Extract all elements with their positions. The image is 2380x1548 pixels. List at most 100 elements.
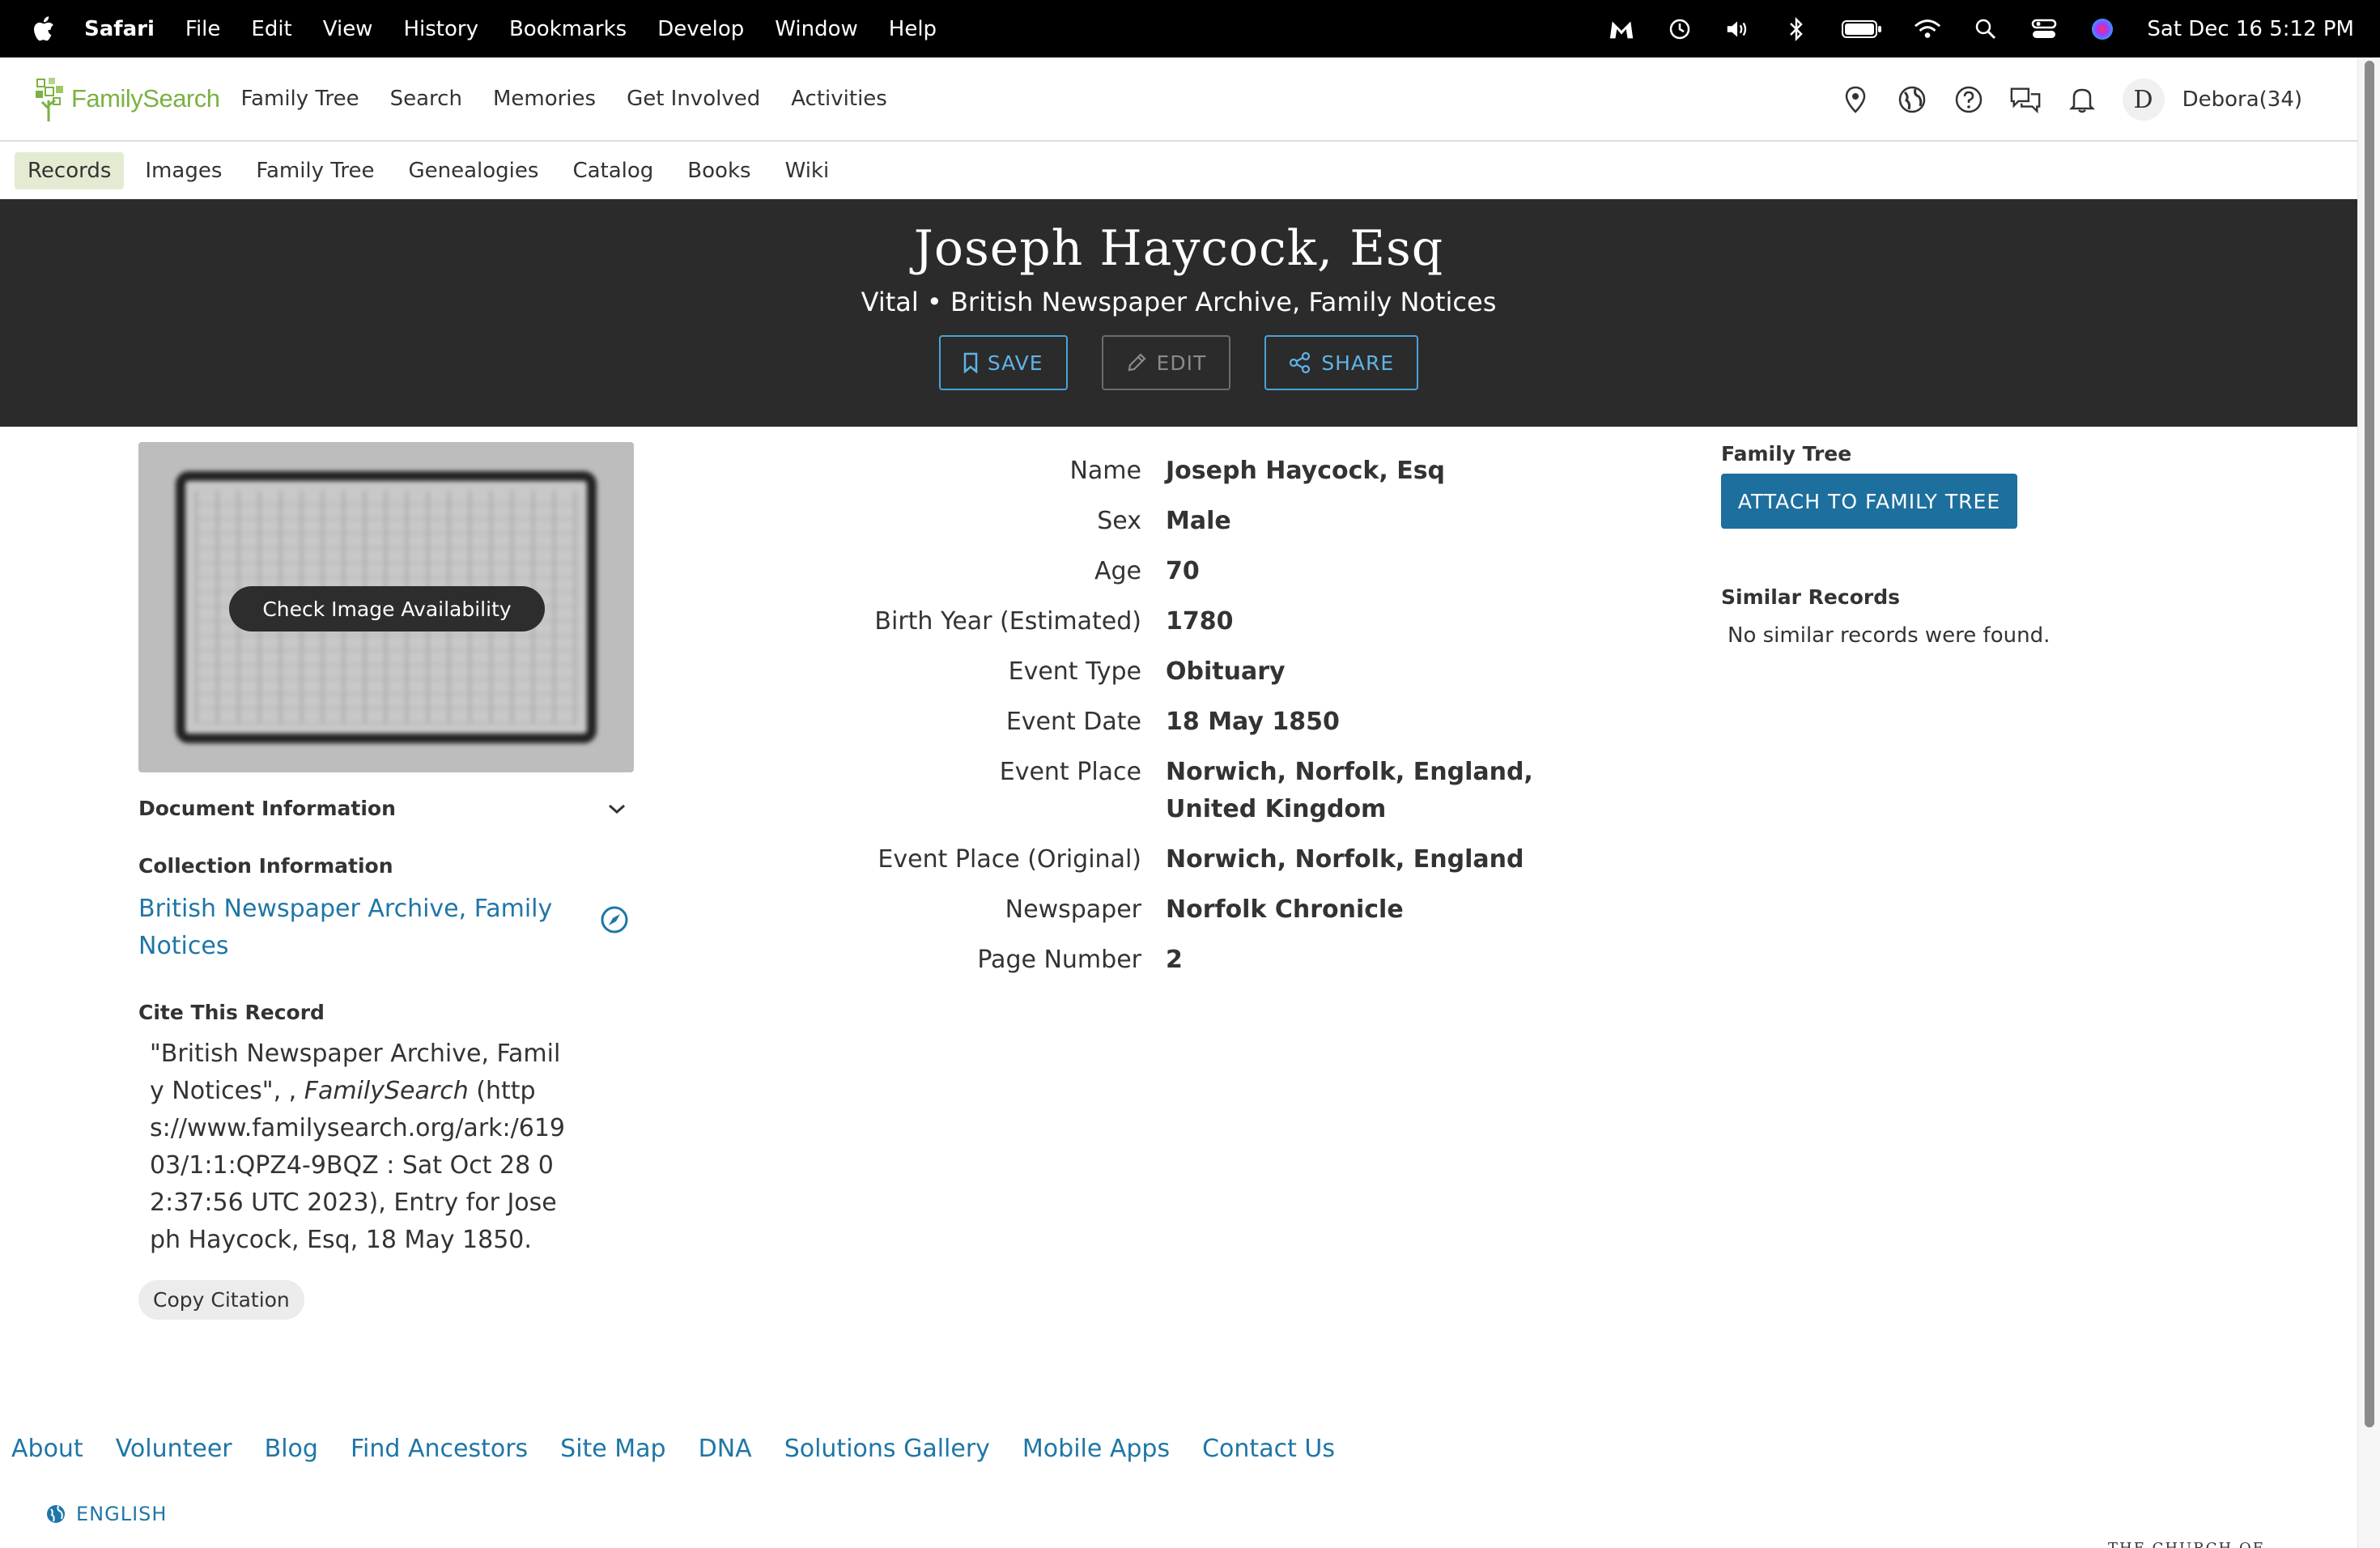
familysearch-logo[interactable]: FamilySearch: [34, 76, 220, 121]
detail-label: Age: [1094, 557, 1141, 585]
detail-value: Norwich, Norfolk, England, United Kingdo…: [1166, 758, 1533, 823]
record-banner: Joseph Haycock, Esq Vital • British News…: [0, 199, 2357, 427]
detail-value: 2: [1166, 946, 1183, 974]
edit-label: EDIT: [1156, 351, 1207, 375]
bluetooth-icon[interactable]: [1783, 15, 1810, 43]
tab-books[interactable]: Books: [674, 152, 763, 189]
nav-memories[interactable]: Memories: [493, 87, 596, 111]
detail-row-sex: Sex Male: [729, 505, 1700, 540]
volume-icon[interactable]: [1724, 15, 1752, 43]
map-pin-icon[interactable]: [1839, 83, 1872, 116]
record-right-panel: Family Tree ATTACH TO FAMILY TREE Simila…: [1721, 442, 2142, 648]
control-center-icon[interactable]: [2030, 15, 2058, 43]
compass-icon[interactable]: [598, 904, 631, 936]
malwarebytes-icon[interactable]: [1608, 15, 1635, 43]
record-image-thumbnail[interactable]: Check Image Availability: [138, 442, 634, 772]
menu-clock[interactable]: Sat Dec 16 5:12 PM: [2147, 17, 2354, 41]
menu-view[interactable]: View: [323, 17, 373, 41]
detail-row-page-number: Page Number 2: [729, 944, 1700, 979]
footer-link-mobile-apps[interactable]: Mobile Apps: [1022, 1435, 1170, 1463]
similar-records-empty-text: No similar records were found.: [1728, 623, 2051, 648]
detail-row-event-place-original: Event Place (Original) Norwich, Norfolk,…: [729, 844, 1700, 878]
save-label: SAVE: [987, 351, 1043, 375]
language-selector[interactable]: ENGLISH: [45, 1503, 167, 1525]
footer-link-find-ancestors[interactable]: Find Ancestors: [351, 1435, 528, 1463]
similar-records-heading: Similar Records: [1721, 585, 1900, 609]
menu-history[interactable]: History: [403, 17, 478, 41]
footer-link-blog[interactable]: Blog: [265, 1435, 318, 1463]
macos-menu-bar: Safari File Edit View History Bookmarks …: [0, 0, 2380, 57]
pencil-icon: [1128, 353, 1146, 372]
copy-citation-button[interactable]: Copy Citation: [138, 1280, 304, 1320]
detail-row-name: Name Joseph Haycock, Esq: [729, 455, 1700, 490]
detail-label: Birth Year (Estimated): [874, 607, 1141, 636]
messages-icon[interactable]: [2009, 83, 2042, 116]
chevron-down-icon: [609, 804, 625, 814]
tab-genealogies[interactable]: Genealogies: [395, 152, 551, 189]
avatar[interactable]: D: [2122, 79, 2165, 121]
menu-help[interactable]: Help: [889, 17, 937, 41]
tab-family-tree[interactable]: Family Tree: [243, 152, 387, 189]
detail-value: 70: [1166, 557, 1200, 585]
detail-label: Name: [1069, 457, 1141, 485]
apple-menu-icon[interactable]: [31, 15, 55, 41]
footer-link-solutions-gallery[interactable]: Solutions Gallery: [784, 1435, 990, 1463]
nav-get-involved[interactable]: Get Involved: [627, 87, 760, 111]
logo-text: FamilySearch: [71, 84, 220, 113]
collection-link[interactable]: British Newspaper Archive, Family Notice…: [138, 891, 559, 965]
tab-catalog[interactable]: Catalog: [559, 152, 666, 189]
battery-icon[interactable]: [1841, 15, 1883, 43]
edit-button[interactable]: EDIT: [1101, 335, 1231, 390]
detail-value: 1780: [1166, 607, 1234, 636]
scrollbar-thumb[interactable]: [2365, 61, 2374, 1427]
siri-icon[interactable]: [2089, 15, 2116, 43]
help-icon[interactable]: [1953, 83, 1985, 116]
footer-link-contact-us[interactable]: Contact Us: [1202, 1435, 1335, 1463]
menu-window[interactable]: Window: [775, 17, 858, 41]
collection-information-heading: Collection Information: [138, 854, 393, 878]
tab-wiki[interactable]: Wiki: [772, 152, 843, 189]
share-icon: [1290, 351, 1311, 374]
save-button[interactable]: SAVE: [938, 335, 1068, 390]
nav-search[interactable]: Search: [390, 87, 462, 111]
detail-value: Joseph Haycock, Esq: [1166, 457, 1446, 485]
detail-value: Obituary: [1166, 657, 1286, 686]
detail-label: Event Type: [1008, 657, 1141, 686]
globe-icon[interactable]: [1896, 83, 1928, 116]
record-actions: SAVE EDIT SHARE: [0, 335, 2357, 390]
spotlight-search-icon[interactable]: [1972, 15, 2000, 43]
footer-link-volunteer[interactable]: Volunteer: [116, 1435, 232, 1463]
menu-edit[interactable]: Edit: [251, 17, 291, 41]
detail-row-event-date: Event Date 18 May 1850: [729, 706, 1700, 741]
record-sidebar: Check Image Availability Document Inform…: [138, 442, 634, 1320]
nav-activities[interactable]: Activities: [791, 87, 887, 111]
nav-family-tree[interactable]: Family Tree: [241, 87, 359, 111]
footer-link-dna[interactable]: DNA: [699, 1435, 752, 1463]
detail-label: Page Number: [977, 946, 1141, 974]
footer-link-site-map[interactable]: Site Map: [560, 1435, 665, 1463]
document-information-toggle[interactable]: Document Information: [138, 797, 634, 820]
notifications-bell-icon[interactable]: [2066, 83, 2098, 116]
family-tree-heading: Family Tree: [1721, 442, 1852, 466]
menu-bookmarks[interactable]: Bookmarks: [509, 17, 627, 41]
detail-value: 18 May 1850: [1166, 708, 1340, 736]
detail-row-newspaper: Newspaper Norfolk Chronicle: [729, 894, 1700, 929]
page-scrollbar[interactable]: [2357, 57, 2380, 1548]
detail-row-age: Age 70: [729, 555, 1700, 590]
detail-label: Event Place (Original): [878, 845, 1141, 874]
search-subnav: Records Images Family Tree Genealogies C…: [0, 142, 2357, 199]
attach-to-family-tree-button[interactable]: ATTACH TO FAMILY TREE: [1721, 474, 2017, 529]
tab-images[interactable]: Images: [132, 152, 235, 189]
menu-develop[interactable]: Develop: [657, 17, 744, 41]
detail-value: Male: [1166, 507, 1231, 535]
share-button[interactable]: SHARE: [1264, 335, 1419, 390]
wifi-icon[interactable]: [1914, 15, 1941, 43]
menu-file[interactable]: File: [185, 17, 221, 41]
footer-link-about[interactable]: About: [11, 1435, 83, 1463]
username[interactable]: Debora(34): [2182, 87, 2302, 112]
check-image-availability-button[interactable]: Check Image Availability: [229, 586, 545, 632]
menu-app-safari[interactable]: Safari: [84, 17, 155, 41]
time-machine-icon[interactable]: [1666, 15, 1694, 43]
tab-records[interactable]: Records: [15, 151, 125, 189]
familysearch-tree-icon: [36, 78, 63, 121]
